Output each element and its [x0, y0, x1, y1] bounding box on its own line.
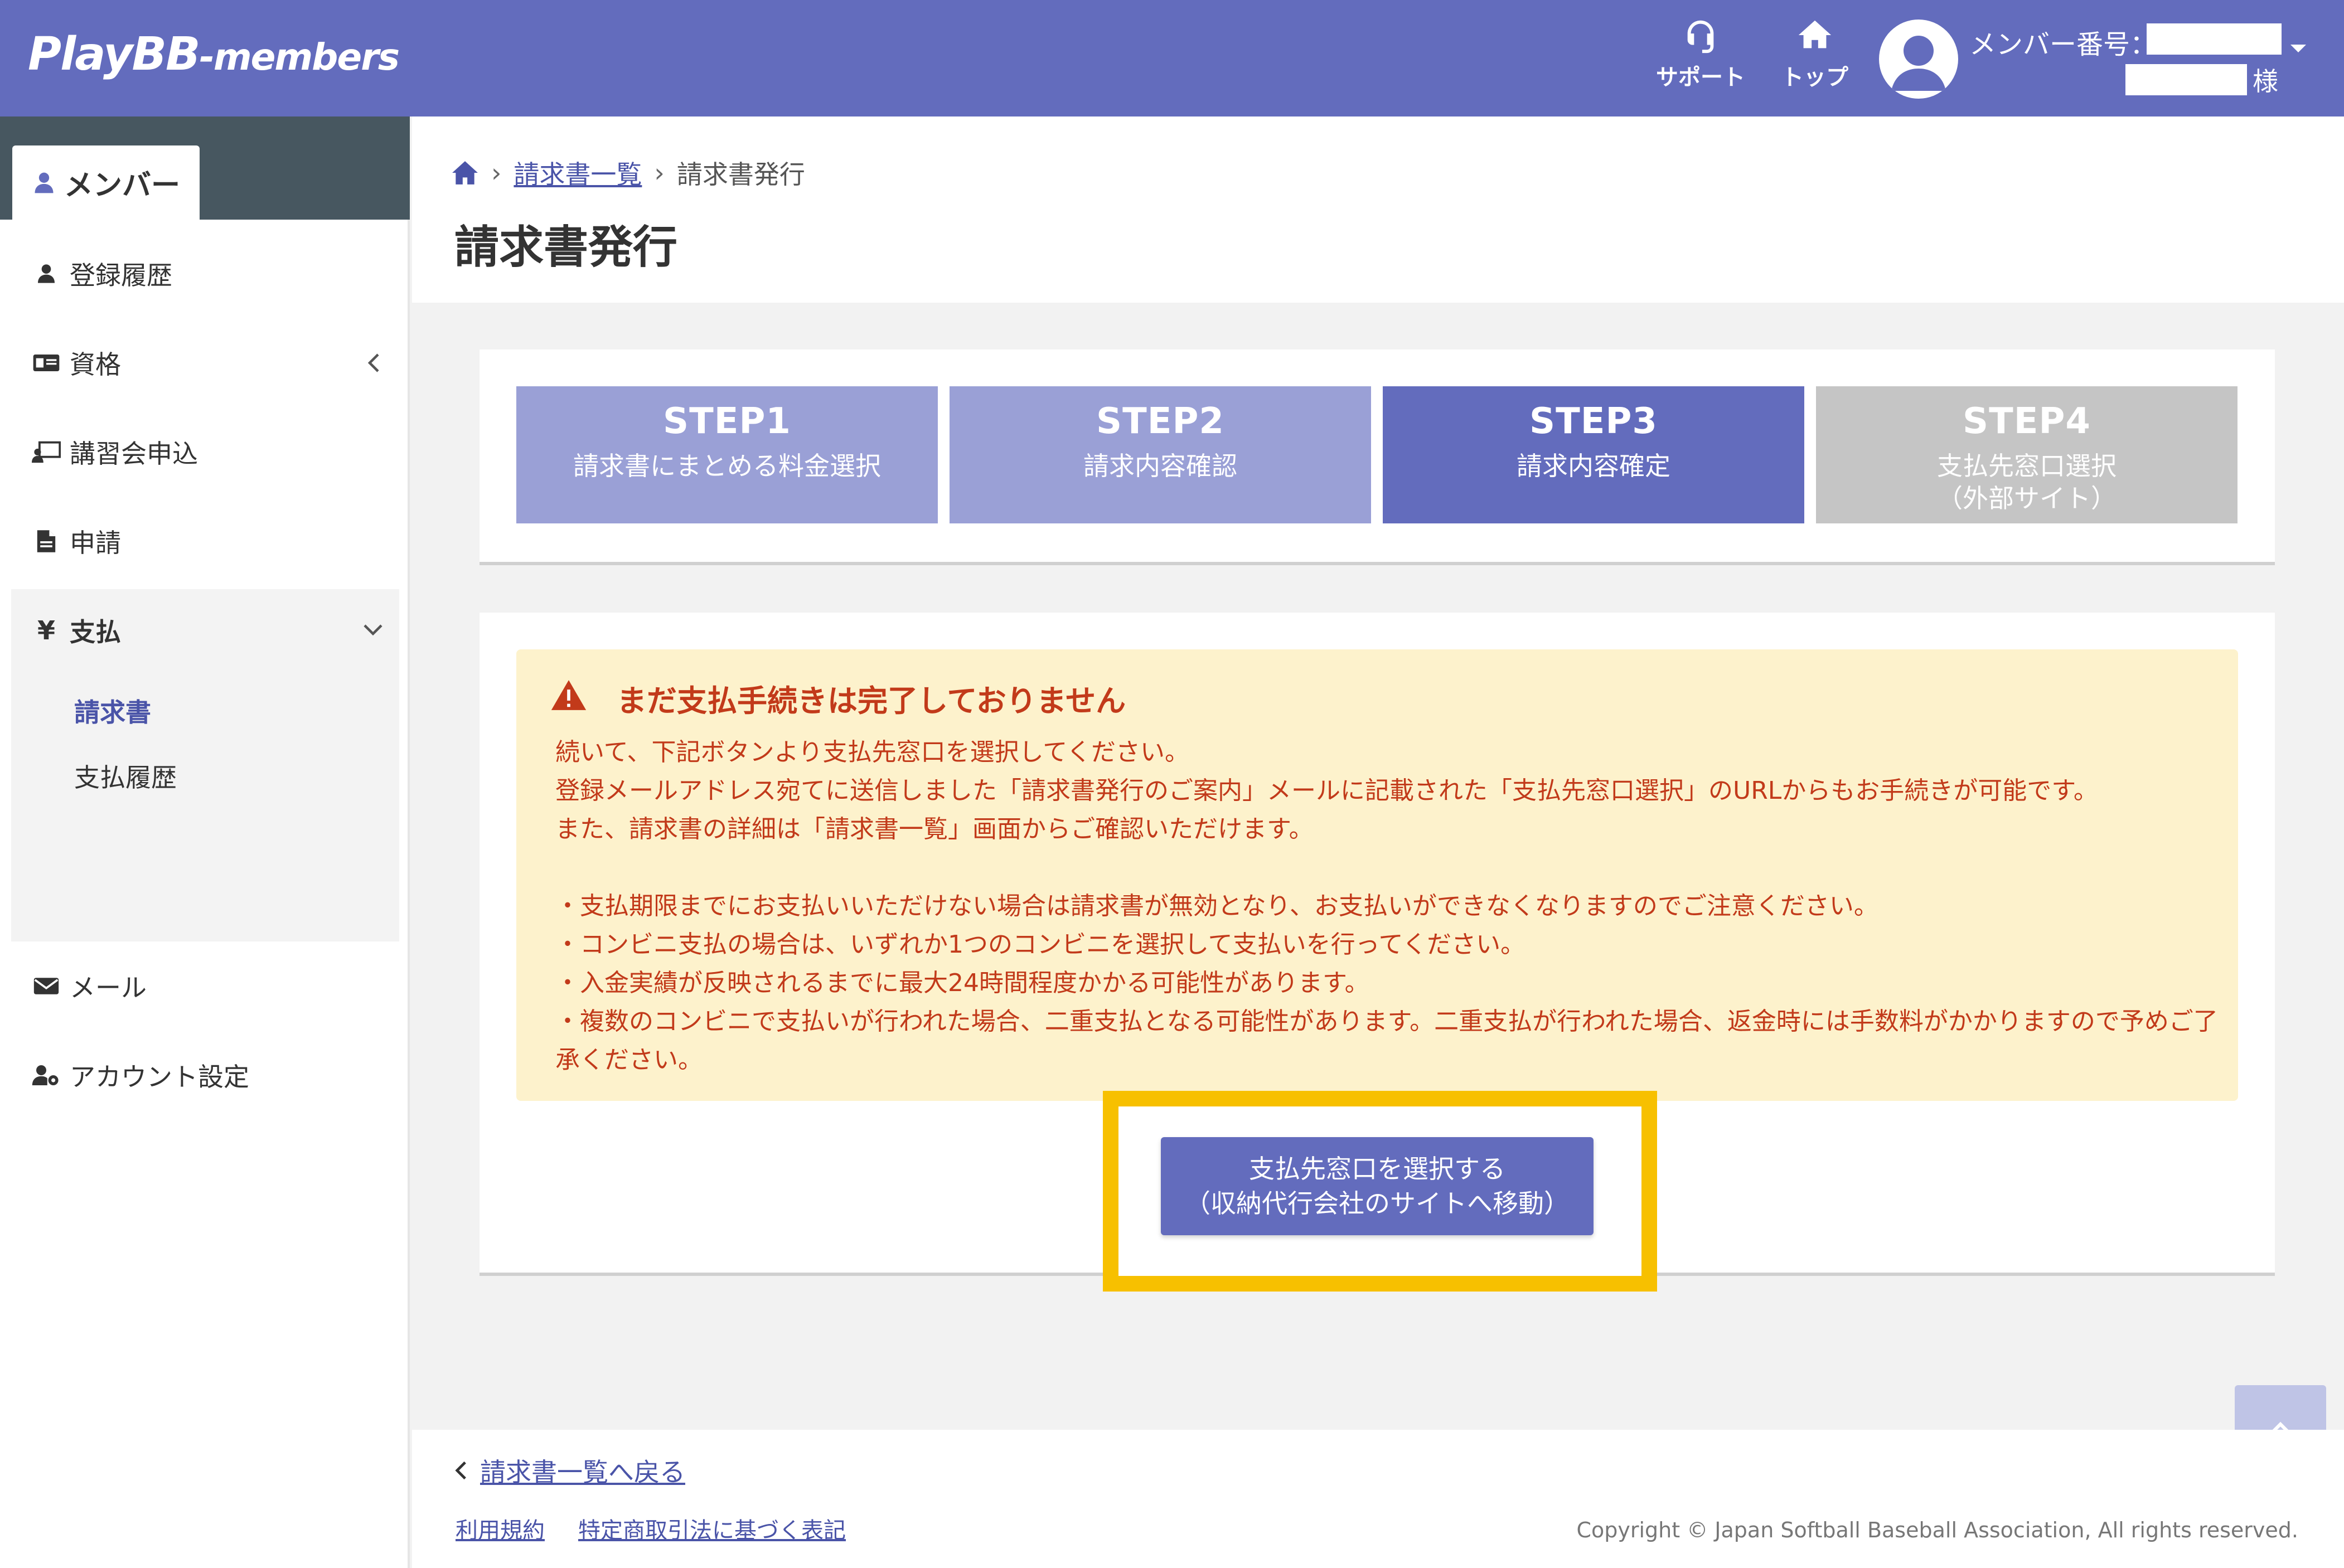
breadcrumb-separator: › [654, 158, 665, 188]
button-label-line2: （収納代行会社のサイトへ移動） [1185, 1188, 1570, 1219]
support-label: サポート [1656, 65, 1745, 90]
member-name-redacted [2125, 64, 2247, 95]
yen-icon: ¥ [37, 615, 55, 645]
sidebar-tab-member[interactable]: メンバー [12, 145, 200, 220]
step-indicator: STEP1 請求書にまとめる料金選択 STEP2 請求内容確認 STEP3 請求… [480, 349, 2275, 565]
breadcrumb-separator: › [491, 158, 502, 188]
breadcrumb: › 請求書一覧 › 請求書発行 [451, 154, 805, 191]
chalkboard-teacher-icon [32, 441, 61, 463]
alert-bullet: ・入金実績が反映されるまでに最大24時間程度かかる可能性があります。 [555, 969, 1369, 997]
select-payment-window-button[interactable]: 支払先窓口を選択する （収納代行会社のサイトへ移動） [1161, 1137, 1594, 1235]
home-icon[interactable] [451, 160, 479, 186]
sidebar-item-qualification[interactable]: 資格 [0, 329, 410, 396]
alert-body: 続いて、下記ボタンより支払先窓口を選択してください。 登録メールアドレス宛てに送… [555, 733, 2222, 1079]
breadcrumb-invoice-list-link[interactable]: 請求書一覧 [514, 154, 642, 191]
document-icon [37, 530, 56, 552]
user-menu-caret-icon[interactable] [2290, 45, 2306, 52]
top-header: PlayBB-members サポート トップ メンバー番号： 様 [0, 0, 2344, 116]
payment-notice-card: まだ支払手続きは完了しておりません 続いて、下記ボタンより支払先窓口を選択してく… [480, 613, 2275, 1292]
step-number: STEP1 [663, 401, 791, 442]
commercial-transactions-link[interactable]: 特定商取引法に基づく表記 [578, 1512, 846, 1545]
button-label-line1: 支払先窓口を選択する [1249, 1154, 1505, 1184]
sidebar-item-label: 支払 [70, 617, 121, 647]
page-header: › 請求書一覧 › 請求書発行 請求書発行 [412, 116, 2344, 303]
sidebar-item-payment[interactable]: ¥ 支払 [0, 597, 410, 664]
id-card-icon [33, 355, 60, 371]
step-number: STEP2 [1096, 401, 1224, 442]
sidebar-subitem-payment-history[interactable]: 支払履歴 [74, 758, 177, 794]
step-description: 請求内容確定 [1517, 451, 1670, 481]
step-3-current: STEP3 請求内容確定 [1383, 386, 1804, 523]
step-description: 請求内容確認 [1083, 451, 1237, 481]
person-icon [35, 172, 54, 193]
honorific-label: 様 [2253, 66, 2278, 96]
back-link-label[interactable]: 請求書一覧へ戻る [480, 1452, 685, 1489]
sidebar-subitem-invoice[interactable]: 請求書 [74, 692, 151, 729]
sidebar-item-label: 講習会申込 [70, 439, 198, 469]
user-silhouette-icon [1891, 36, 1946, 91]
alert-text: 登録メールアドレス宛てに送信しました「請求書発行のご案内」メールに記載された「支… [555, 776, 2098, 805]
step-4: STEP4 支払先窓口選択 （外部サイト） [1816, 386, 2238, 523]
sidebar-item-label: 資格 [70, 349, 121, 380]
headset-icon [1687, 20, 1714, 54]
sidebar-item-mail[interactable]: メール [0, 953, 410, 1020]
sidebar-item-label: メール [70, 973, 147, 1003]
sidebar-item-account[interactable]: アカウント設定 [0, 1042, 410, 1109]
alert-bullet: ・コンビニ支払の場合は、いずれか1つのコンビニを選択して支払いを行ってください。 [555, 930, 1525, 959]
chevron-left-icon [367, 353, 379, 372]
logo-main-text: PlayBB [28, 28, 200, 81]
chevron-left-icon [455, 1461, 466, 1480]
member-number-label: メンバー番号： [1969, 29, 2157, 60]
logo-sub-text: -members [199, 36, 400, 79]
step-1: STEP1 請求書にまとめる料金選択 [516, 386, 938, 523]
sidebar: メンバー 登録履歴 資格 講習会申込 申請 ¥ 支払 請求書 支払履歴 メール … [0, 116, 410, 1568]
sidebar-tab-bar: メンバー [0, 116, 410, 220]
alert-title: まだ支払手続きは完了しておりません [617, 683, 1126, 719]
sidebar-tab-label: メンバー [64, 169, 181, 202]
chevron-down-icon [364, 624, 382, 636]
envelope-icon [33, 978, 59, 994]
top-home-button[interactable]: トップ [1767, 16, 1862, 99]
sidebar-item-history[interactable]: 登録履歴 [0, 240, 410, 307]
top-label: トップ [1781, 65, 1848, 90]
alert-bullet: ・複数のコンビニで支払いが行われた場合、二重支払となる可能性があります。二重支払… [555, 1007, 2218, 1074]
person-icon [38, 264, 55, 283]
sidebar-item-label: 申請 [70, 528, 121, 558]
site-logo[interactable]: PlayBB-members [28, 28, 400, 81]
step-description: 請求書にまとめる料金選択 [573, 451, 881, 481]
alert-text: 続いて、下記ボタンより支払先窓口を選択してください。 [555, 738, 1189, 766]
sidebar-item-application[interactable]: 申請 [0, 508, 410, 575]
home-icon [1798, 20, 1832, 48]
alert-bullet: ・支払期限までにお支払いいただけない場合は請求書が無効となり、お支払いができなく… [555, 892, 1878, 920]
member-number-redacted [2147, 23, 2282, 55]
sidebar-item-course[interactable]: 講習会申込 [0, 419, 410, 486]
footer: 請求書一覧へ戻る 利用規約 特定商取引法に基づく表記 Copyright © J… [412, 1430, 2344, 1568]
support-button[interactable]: サポート [1653, 16, 1748, 99]
warning-triangle-icon [551, 680, 587, 710]
sidebar-item-label: 登録履歴 [70, 260, 172, 290]
back-to-invoice-list[interactable]: 請求書一覧へ戻る [454, 1452, 685, 1489]
alert-text: また、請求書の詳細は「請求書一覧」画面からご確認いただけます。 [555, 815, 1314, 843]
copyright-text: Copyright © Japan Softball Baseball Asso… [1576, 1518, 2298, 1542]
step-number: STEP3 [1529, 401, 1658, 442]
user-gear-icon [32, 1065, 59, 1085]
terms-link[interactable]: 利用規約 [456, 1512, 545, 1545]
page-title: 請求書発行 [454, 221, 677, 273]
user-avatar[interactable] [1879, 20, 1958, 99]
step-number: STEP4 [1963, 401, 2091, 442]
payment-incomplete-alert: まだ支払手続きは完了しておりません 続いて、下記ボタンより支払先窓口を選択してく… [516, 649, 2238, 1101]
step-description: 支払先窓口選択 （外部サイト） [1937, 451, 2117, 513]
breadcrumb-current: 請求書発行 [676, 159, 805, 190]
sidebar-item-label: アカウント設定 [70, 1062, 249, 1092]
step-2: STEP2 請求内容確認 [950, 386, 1371, 523]
